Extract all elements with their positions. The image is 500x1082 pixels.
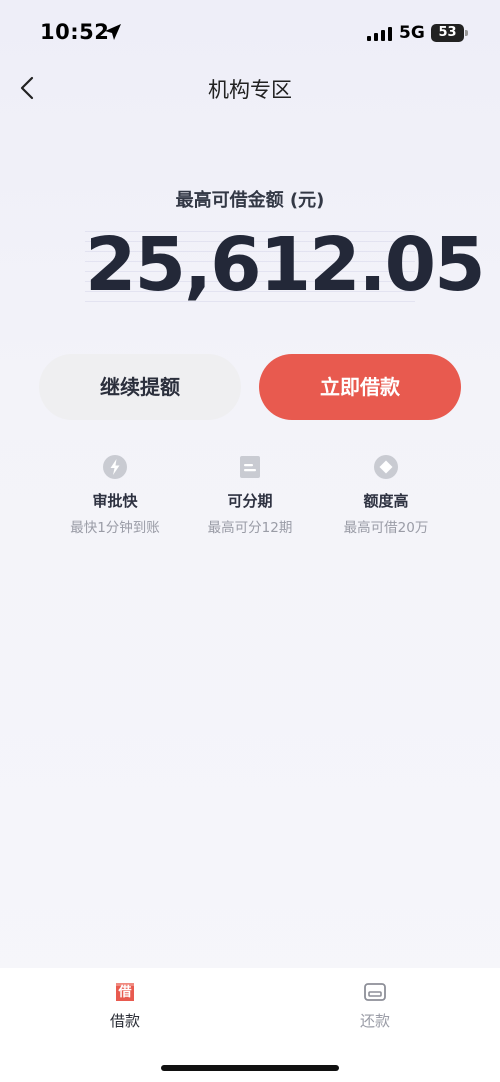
nav-bar: 机构专区 (0, 62, 500, 114)
feature-list: 审批快 最快1分钟到账 可分期 最高可分12期 额度高 最高可借20万 (0, 450, 500, 540)
feature-subtitle: 最高可借20万 (343, 520, 429, 536)
card-icon (364, 983, 386, 1001)
signal-icon (367, 27, 392, 41)
page-title: 机构专区 (208, 78, 292, 102)
tab-label: 借款 (109, 1012, 140, 1030)
home-indicator (161, 1065, 339, 1071)
lightning-icon (103, 455, 127, 479)
document-icon (240, 456, 260, 478)
amount-display: 25,612.05 (85, 222, 486, 308)
borrow-tab-badge: 借 (118, 985, 132, 1000)
tab-repay[interactable]: 还款 (315, 980, 435, 1031)
borrow-now-button[interactable]: 立即借款 (259, 354, 461, 420)
network-label: 5G (399, 23, 425, 43)
feature-high-limit: 额度高 最高可借20万 (306, 450, 466, 536)
battery-cap (465, 30, 468, 36)
feature-title: 额度高 (363, 492, 409, 510)
borrow-tab-icon: 借 (113, 980, 137, 1004)
tab-borrow[interactable]: 借 借款 (65, 980, 185, 1031)
battery-level: 53 (438, 25, 457, 40)
increase-limit-button[interactable]: 继续提额 (39, 354, 241, 420)
status-bar: 10:52 5G 53 (0, 0, 500, 62)
location-arrow-icon (105, 24, 121, 40)
max-amount-value: 25,612.05 (85, 222, 486, 308)
tab-label: 还款 (359, 1012, 390, 1030)
status-time: 10:52 (40, 20, 110, 44)
diamond-icon (374, 455, 398, 479)
max-amount-label: 最高可借金额 (元) (175, 190, 325, 211)
battery-icon: 53 (431, 24, 464, 42)
